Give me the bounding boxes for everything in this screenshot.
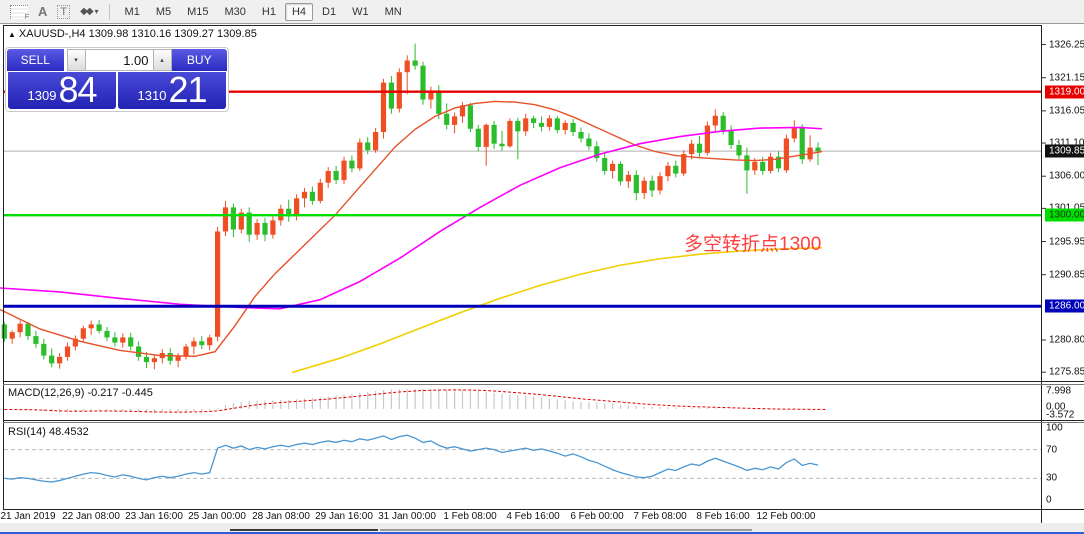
time-tick-label: 25 Jan 00:00 [188,511,246,522]
ask-price-big: 21 [168,69,207,110]
rsi-panel-top-border[interactable] [3,422,1084,423]
volume-input[interactable]: 1.00 [85,49,153,71]
time-tick-label: 21 Jan 2019 [0,511,56,522]
rsi-indicator-label: RSI(14) 48.4532 [8,426,89,438]
price-tick-label: 1306.00 [1049,170,1084,182]
buy-button[interactable]: BUY [171,49,227,71]
ask-price-small: 1310 [137,88,167,103]
macd-indicator-label: MACD(12,26,9) -0.217 -0.445 [8,387,153,399]
scrollbar-track-segment [380,529,752,531]
time-tick-label: 7 Feb 08:00 [633,511,687,522]
time-tick-label: 22 Jan 08:00 [62,511,120,522]
price-tick-label: 1295.95 [1049,236,1084,248]
price-level-tag: 1309.85 [1045,144,1084,158]
macd-panel-bottom-border [3,419,1084,421]
bottom-status-strip [0,523,1084,534]
time-tick-label: 28 Jan 08:00 [252,511,310,522]
one-click-trading-panel: SELL ▾ 1.00 ▴ BUY 1309 84 1310 21 [5,47,229,112]
rsi-scale-label: 70 [1046,444,1058,456]
price-tick-label: 1275.85 [1049,366,1084,378]
chart-border-top [3,25,1041,26]
volume-stepper: ▾ 1.00 ▴ [66,49,172,71]
rsi-scale-label: 30 [1046,472,1058,484]
buy-price-tile[interactable]: 1310 21 [118,72,226,109]
sell-button[interactable]: SELL [7,49,64,71]
price-tick-label: 1326.25 [1049,39,1084,51]
rsi-scale-label: 0 [1046,494,1052,506]
price-level-tag: 1319.00 [1045,85,1084,99]
main-chart-bottom-border [3,381,1084,382]
macd-scale-label: 7.998 [1046,385,1072,397]
time-tick-label: 29 Jan 16:00 [315,511,373,522]
chart-border-left [3,25,4,509]
time-tick-label: 6 Feb 00:00 [570,511,624,522]
price-level-tag: 1300.00 [1045,208,1084,222]
price-tick-label: 1280.80 [1049,334,1084,346]
price-tick-label: 1321.15 [1049,72,1084,84]
bid-price-big: 84 [58,69,97,110]
time-tick-label: 8 Feb 16:00 [696,511,750,522]
time-tick-label: 4 Feb 16:00 [506,511,560,522]
price-tick-label: 1316.05 [1049,105,1084,117]
sell-price-tile[interactable]: 1309 84 [8,72,116,109]
rsi-panel-bottom-border [3,508,1084,510]
time-tick-label: 12 Feb 00:00 [756,511,816,522]
price-tick-label: 1290.85 [1049,269,1084,281]
macd-scale-label: -3.572 [1046,409,1075,421]
price-level-tag: 1286.00 [1045,299,1084,313]
price-axis-divider[interactable] [1041,25,1042,523]
rsi-scale-label: 100 [1046,422,1063,434]
time-tick-label: 31 Jan 00:00 [378,511,436,522]
time-tick-label: 1 Feb 08:00 [443,511,497,522]
chart-text-annotation[interactable]: 多空转折点1300 [684,229,821,256]
bid-price-small: 1309 [27,88,57,103]
volume-up-button[interactable]: ▴ [152,49,172,71]
macd-panel-top-border[interactable] [3,383,1084,385]
time-tick-label: 23 Jan 16:00 [125,511,183,522]
scrollbar-thumb[interactable] [230,529,378,531]
volume-down-button[interactable]: ▾ [66,49,86,71]
